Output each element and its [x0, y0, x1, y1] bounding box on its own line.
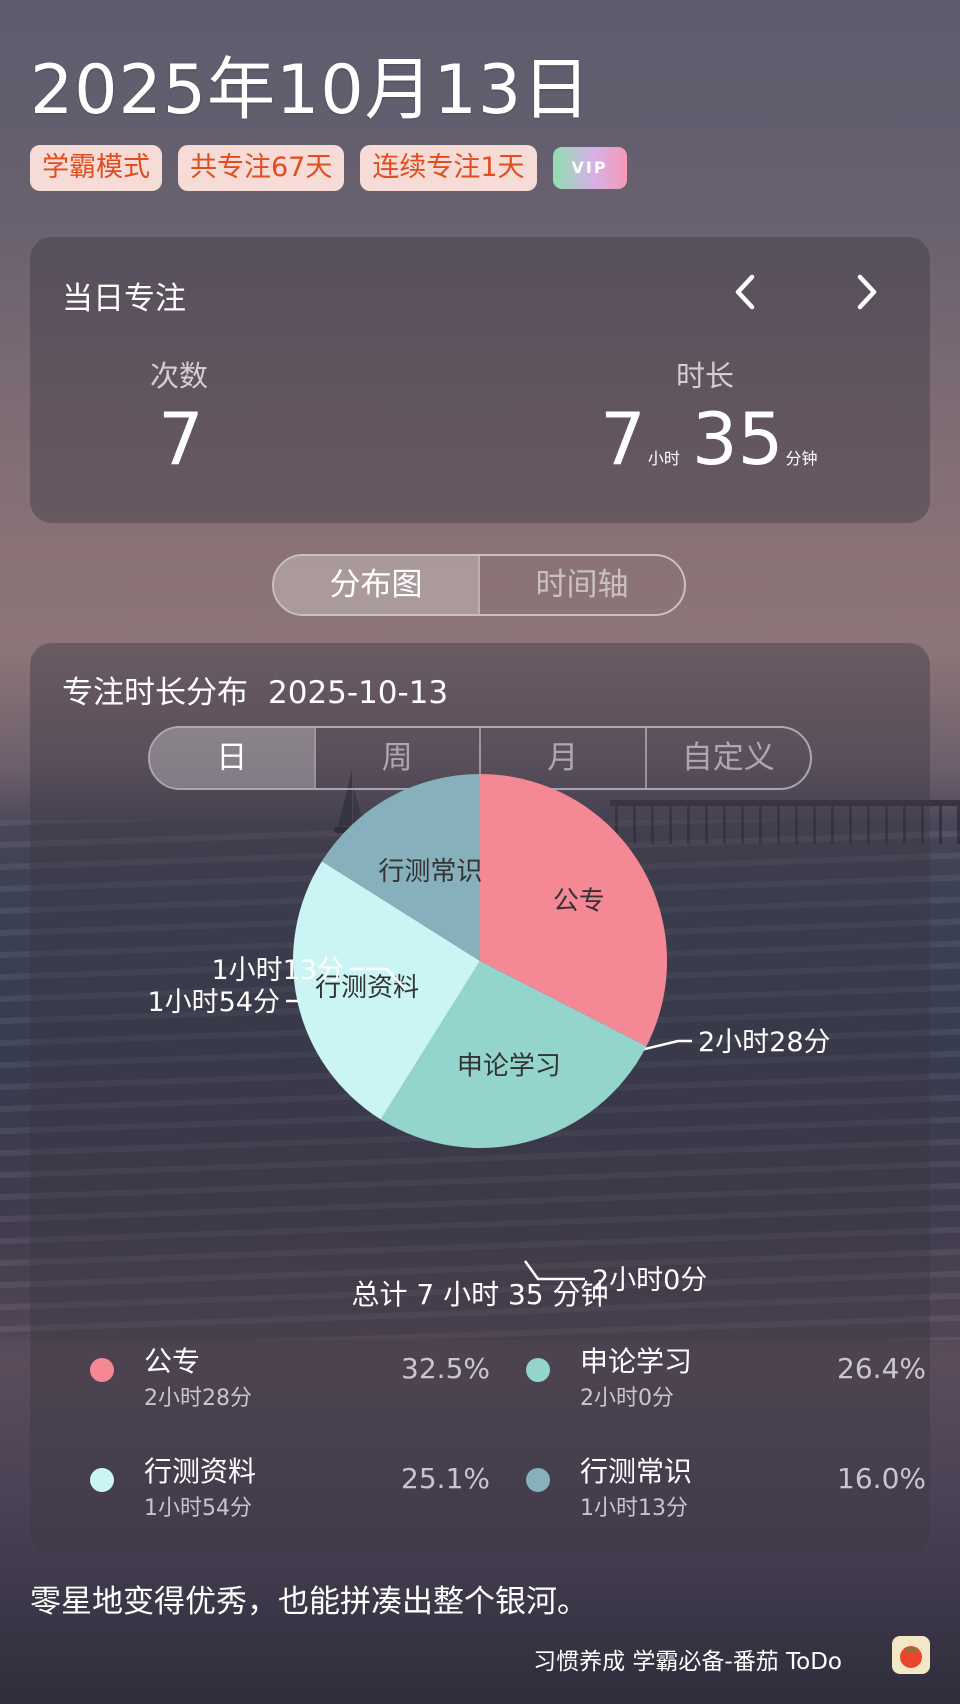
legend-percent: 32.5%: [401, 1352, 490, 1385]
pie-slice-label: 公专: [553, 887, 605, 917]
duration-minutes: 35: [691, 397, 784, 481]
status-tags: 学霸模式 共专注67天 连续专注1天 VIP: [30, 145, 627, 191]
duration-value: 7 小时 35 分钟: [600, 397, 829, 481]
legend-name: 申论学习: [580, 1345, 693, 1378]
chevron-right-icon[interactable]: [840, 267, 890, 317]
total-duration: 总计 7 小时 35 分钟: [351, 1278, 609, 1311]
daily-focus-title: 当日专注: [62, 281, 186, 317]
legend-dot: [90, 1358, 114, 1382]
mode-tag: 学霸模式: [30, 145, 162, 191]
minutes-unit: 分钟: [785, 449, 818, 468]
streak-tag: 连续专注1天: [360, 145, 537, 191]
footer-text: 习惯养成 学霸必备-番茄 ToDo: [533, 1649, 842, 1675]
hours-unit: 小时: [647, 449, 680, 468]
duration-label: 时长: [676, 359, 735, 393]
pie-slice-label: 行测常识: [378, 857, 482, 887]
tab-timeline[interactable]: 时间轴: [478, 556, 684, 614]
legend-percent: 26.4%: [837, 1352, 926, 1385]
legend-item: 申论学习 2小时0分 26.4%: [526, 1340, 926, 1420]
legend-percent: 16.0%: [837, 1462, 926, 1495]
legend-dot: [526, 1468, 550, 1492]
legend-item: 行测资料 1小时54分 25.1%: [90, 1450, 490, 1530]
tomato-app-icon: [892, 1636, 930, 1674]
legend-duration: 2小时28分: [144, 1386, 252, 1411]
chevron-left-icon[interactable]: [722, 267, 772, 317]
pie-value-label: 2小时28分: [698, 1027, 831, 1058]
pie-value-label: 1小时54分: [147, 987, 280, 1018]
legend-name: 行测资料: [144, 1455, 257, 1488]
legend-dot: [526, 1358, 550, 1382]
legend-name: 公专: [144, 1345, 201, 1378]
total-days-tag: 共专注67天: [178, 145, 345, 191]
legend-duration: 1小时54分: [144, 1496, 252, 1521]
motivational-quote: 零星地变得优秀，也能拼凑出整个银河。: [30, 1584, 588, 1620]
distribution-card: 专注时长分布 2025-10-13 日 周 月 自定义 公专 2小时28分 申论学习 2…: [30, 643, 930, 1553]
duration-hours: 7: [600, 397, 646, 481]
legend-item: 公专 2小时28分 32.5%: [90, 1340, 490, 1420]
count-value: 7: [158, 397, 204, 481]
vip-badge[interactable]: VIP: [552, 147, 627, 189]
legend-percent: 25.1%: [401, 1462, 490, 1495]
daily-focus-card: 当日专注 次数 7 时长 7 小时 35 分钟: [30, 237, 930, 523]
page-date: 2025年10月13日: [30, 51, 592, 130]
tab-distribution[interactable]: 分布图: [274, 556, 478, 614]
legend-name: 行测常识: [580, 1455, 693, 1488]
legend-duration: 1小时13分: [580, 1496, 688, 1521]
count-label: 次数: [150, 359, 209, 393]
view-toggle: 分布图 时间轴: [272, 554, 686, 616]
pie-slice-label: 申论学习: [457, 1052, 561, 1082]
pie-value-label: 1小时13分: [211, 955, 344, 986]
legend-dot: [90, 1468, 114, 1492]
legend-duration: 2小时0分: [580, 1386, 674, 1411]
legend-item: 行测常识 1小时13分 16.0%: [526, 1450, 926, 1530]
